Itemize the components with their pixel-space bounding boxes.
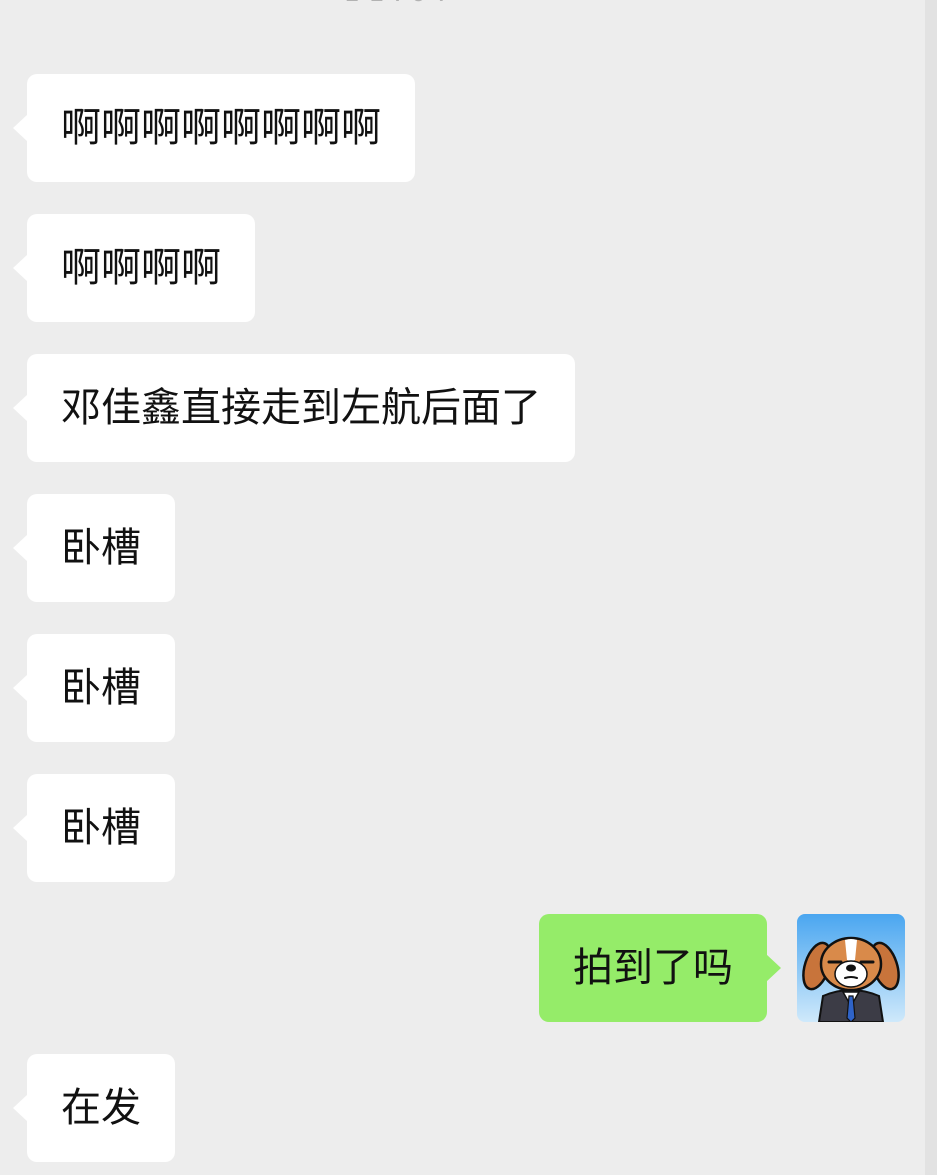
message-bubble-incoming[interactable]: 卧槽 — [13, 774, 175, 882]
message-bubble-incoming[interactable]: 卧槽 — [13, 494, 175, 602]
message-bubble-outgoing[interactable]: 拍到了吗 — [539, 914, 781, 1022]
scrollbar[interactable] — [925, 0, 937, 1175]
message-bubble-incoming[interactable]: 啊啊啊啊 — [13, 214, 255, 322]
message-bubble-incoming[interactable]: 卧槽 — [13, 634, 175, 742]
avatar[interactable] — [797, 914, 905, 1022]
chat-area: 1 1 : 0 7 啊啊啊啊啊啊啊啊 啊啊啊啊 邓佳鑫直接走到左航后面了 卧槽 … — [0, 0, 937, 1175]
timestamp: 1 1 : 0 7 — [0, 0, 795, 8]
cartoon-dog-in-suit-avatar-icon — [797, 914, 905, 1022]
message-bubble-incoming[interactable]: 在发 — [13, 1054, 175, 1162]
message-bubble-incoming[interactable]: 邓佳鑫直接走到左航后面了 — [13, 354, 575, 462]
message-bubble-incoming[interactable]: 啊啊啊啊啊啊啊啊 — [13, 74, 415, 182]
